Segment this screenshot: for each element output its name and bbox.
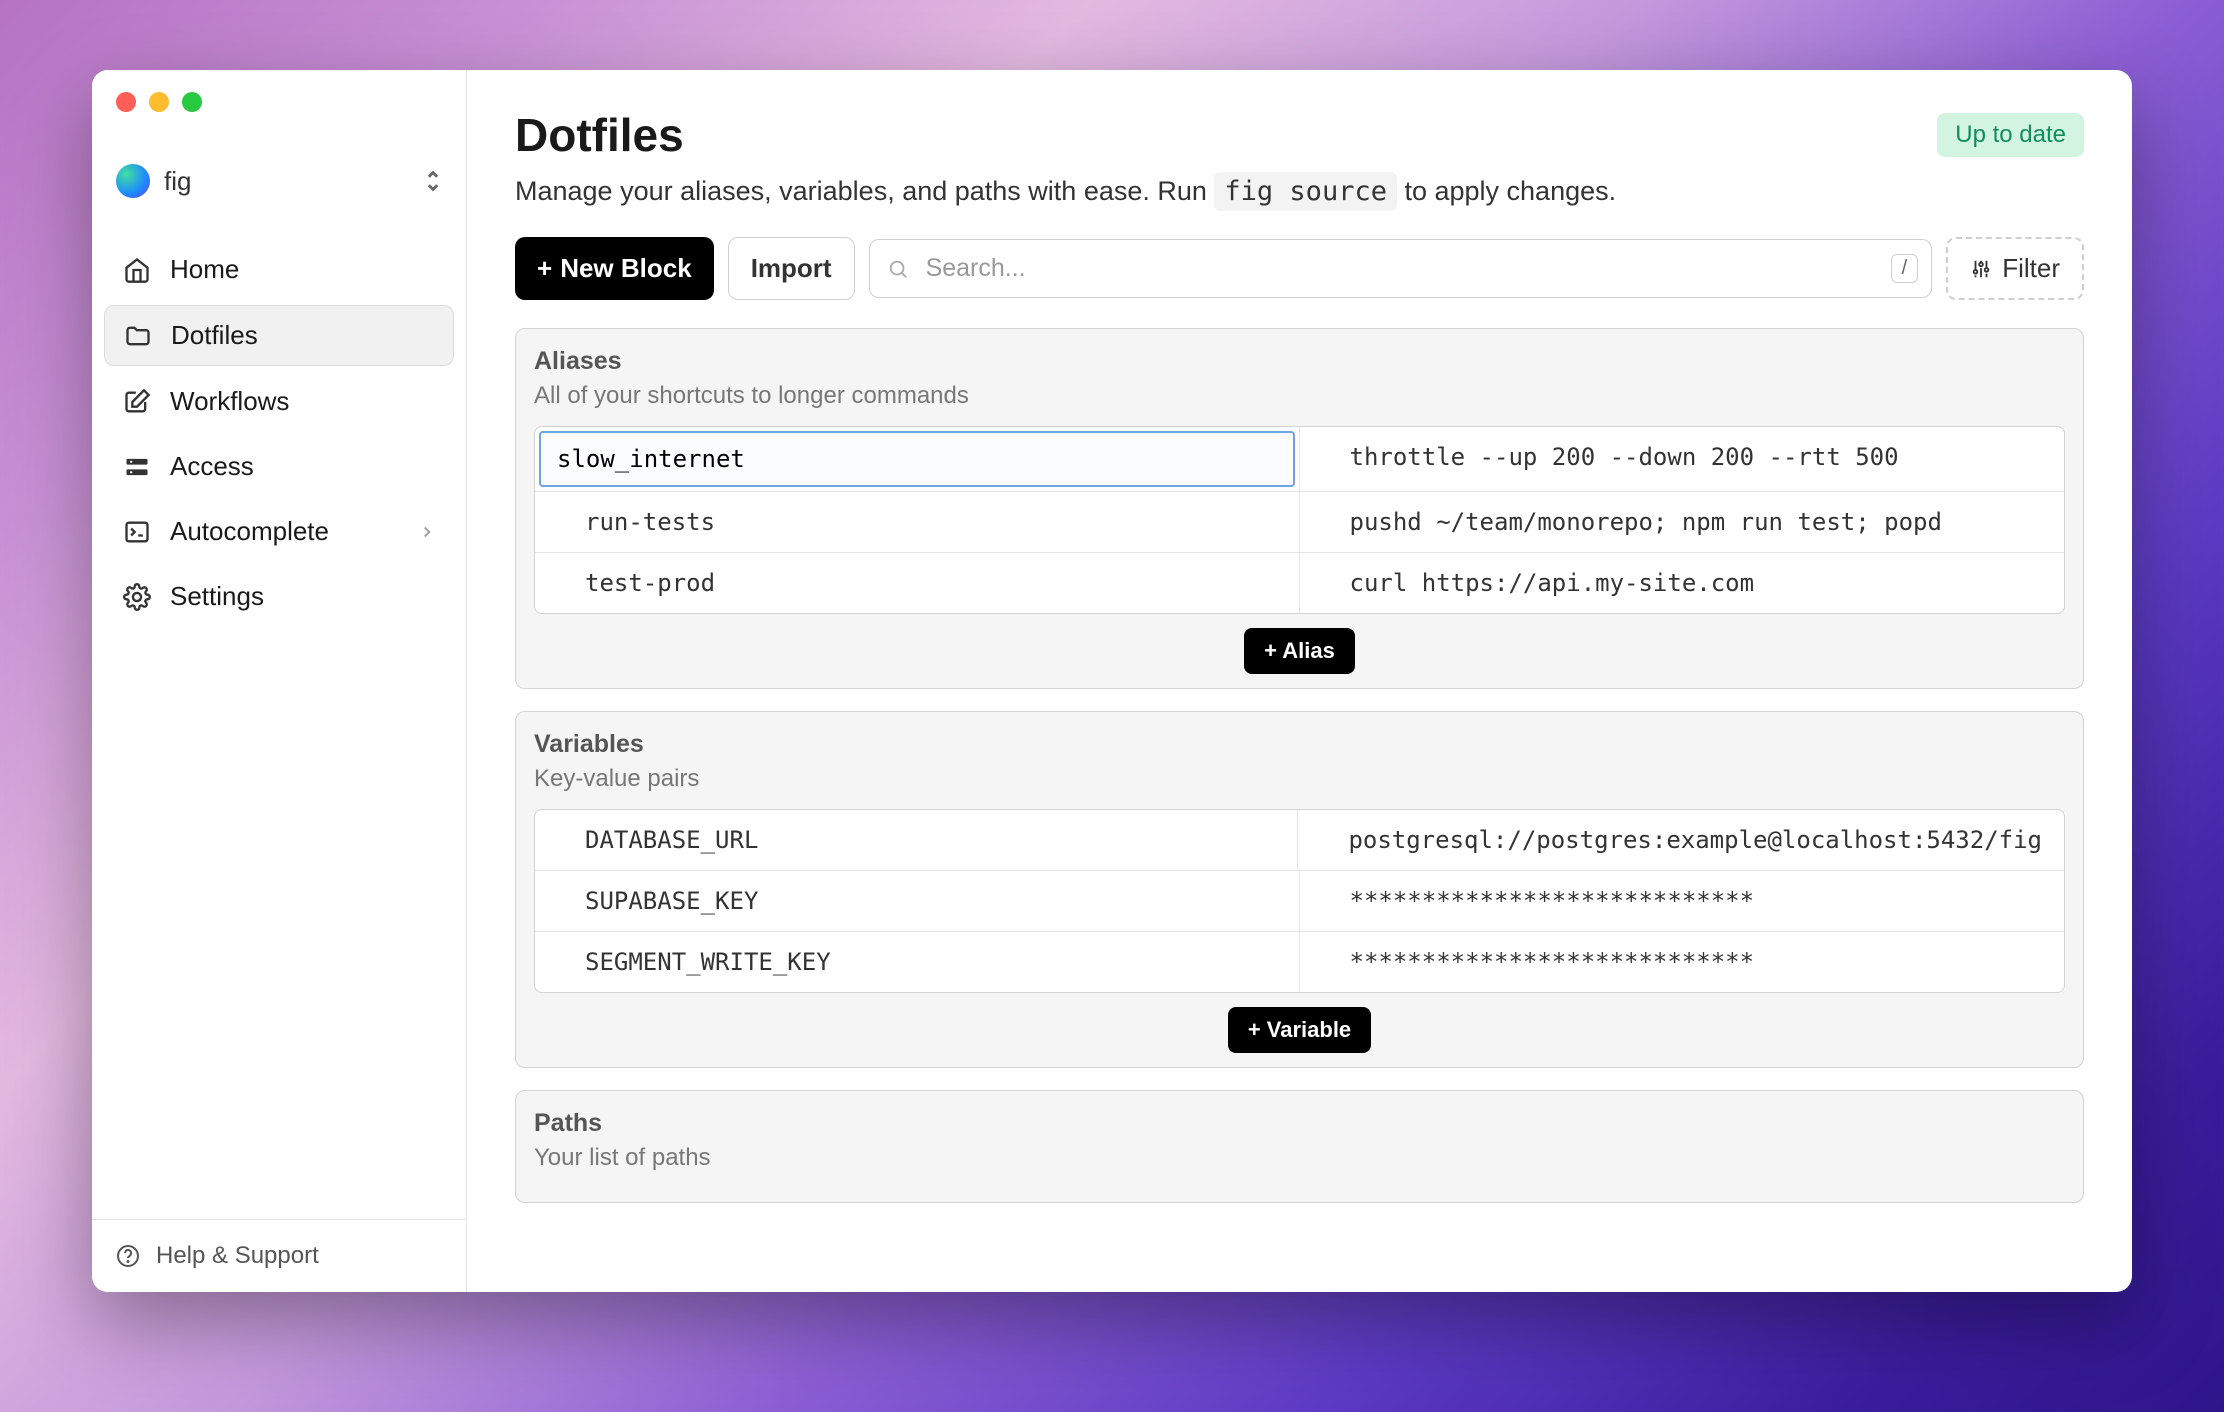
var-value-cell[interactable]: postgresql://postgres:example@localhost:… (1298, 810, 2064, 870)
table-row: throttle --up 200 --down 200 --rtt 500 (535, 427, 2064, 492)
chevron-updown-icon (424, 167, 442, 195)
table-row: SUPABASE_KEY ***************************… (535, 871, 2064, 932)
help-icon (116, 1244, 140, 1268)
help-support-link[interactable]: Help & Support (92, 1219, 466, 1292)
sidebar-item-home[interactable]: Home (104, 240, 454, 299)
status-badge: Up to date (1937, 113, 2084, 157)
alias-key-input[interactable] (539, 431, 1295, 487)
section-title: Aliases (534, 347, 2065, 376)
alias-key-cell[interactable]: run-tests (535, 492, 1300, 552)
search-shortcut-hint: / (1891, 254, 1919, 283)
sidebar-item-label: Home (170, 254, 239, 285)
chevron-right-icon (418, 523, 436, 541)
sidebar-nav: Home Dotfiles Workflows Access (92, 228, 466, 1219)
var-value-cell[interactable]: **************************** (1300, 871, 2065, 931)
sidebar-item-settings[interactable]: Settings (104, 567, 454, 626)
variables-section: Variables Key-value pairs DATABASE_URL p… (515, 711, 2084, 1068)
help-label: Help & Support (156, 1242, 319, 1270)
home-icon (122, 255, 152, 285)
add-alias-button[interactable]: + Alias (1244, 628, 1355, 674)
import-button[interactable]: Import (728, 237, 855, 300)
new-block-button[interactable]: + New Block (515, 237, 714, 300)
workspace-logo-icon (116, 164, 150, 198)
alias-key-cell[interactable]: test-prod (535, 553, 1300, 613)
page-subtitle: Manage your aliases, variables, and path… (515, 176, 2084, 207)
alias-value-cell[interactable]: pushd ~/team/monorepo; npm run test; pop… (1300, 492, 2065, 552)
search-icon (887, 258, 909, 280)
variables-table: DATABASE_URL postgresql://postgres:examp… (534, 809, 2065, 993)
main-content: Dotfiles Up to date Manage your aliases,… (467, 70, 2132, 1292)
minimize-window-button[interactable] (149, 92, 169, 112)
sidebar-item-label: Access (170, 451, 254, 482)
var-key-cell[interactable]: DATABASE_URL (535, 810, 1298, 870)
sidebar-item-access[interactable]: Access (104, 437, 454, 496)
page-title: Dotfiles (515, 108, 684, 162)
section-subtitle: All of your shortcuts to longer commands (534, 382, 2065, 410)
add-variable-button[interactable]: + Variable (1228, 1007, 1371, 1053)
sidebar: fig Home Dotfiles Wor (92, 70, 467, 1292)
folder-icon (123, 321, 153, 351)
paths-section: Paths Your list of paths (515, 1090, 2084, 1203)
sidebar-item-label: Settings (170, 581, 264, 612)
sidebar-item-dotfiles[interactable]: Dotfiles (104, 305, 454, 366)
maximize-window-button[interactable] (182, 92, 202, 112)
table-row: test-prod curl https://api.my-site.com (535, 553, 2064, 613)
var-key-cell[interactable]: SEGMENT_WRITE_KEY (535, 932, 1300, 992)
table-row: SEGMENT_WRITE_KEY **********************… (535, 932, 2064, 992)
section-title: Paths (534, 1109, 2065, 1138)
plus-icon: + (537, 253, 552, 284)
sidebar-item-autocomplete[interactable]: Autocomplete (104, 502, 454, 561)
table-row: run-tests pushd ~/team/monorepo; npm run… (535, 492, 2064, 553)
inline-code: fig source (1214, 172, 1397, 211)
sidebar-item-workflows[interactable]: Workflows (104, 372, 454, 431)
sliders-icon (1970, 258, 1992, 280)
workspace-name: fig (164, 166, 410, 197)
section-title: Variables (534, 730, 2065, 759)
alias-key-cell[interactable] (535, 427, 1300, 491)
sidebar-item-label: Autocomplete (170, 516, 329, 547)
table-row: DATABASE_URL postgresql://postgres:examp… (535, 810, 2064, 871)
var-value-cell[interactable]: **************************** (1300, 932, 2065, 992)
section-subtitle: Key-value pairs (534, 765, 2065, 793)
close-window-button[interactable] (116, 92, 136, 112)
window-controls (92, 70, 466, 130)
var-key-cell[interactable]: SUPABASE_KEY (535, 871, 1300, 931)
search-input[interactable] (869, 239, 1933, 298)
app-window: fig Home Dotfiles Wor (92, 70, 2132, 1292)
sidebar-item-label: Dotfiles (171, 320, 258, 351)
server-icon (122, 452, 152, 482)
toolbar: + New Block Import / Filter (515, 237, 2084, 300)
terminal-icon (122, 517, 152, 547)
filter-button[interactable]: Filter (1946, 237, 2084, 300)
aliases-table: throttle --up 200 --down 200 --rtt 500 r… (534, 426, 2065, 614)
gear-icon (122, 582, 152, 612)
alias-value-cell[interactable]: throttle --up 200 --down 200 --rtt 500 (1300, 427, 2065, 491)
workspace-switcher[interactable]: fig (92, 130, 466, 228)
alias-value-cell[interactable]: curl https://api.my-site.com (1300, 553, 2065, 613)
edit-icon (122, 387, 152, 417)
sidebar-item-label: Workflows (170, 386, 289, 417)
aliases-section: Aliases All of your shortcuts to longer … (515, 328, 2084, 689)
section-subtitle: Your list of paths (534, 1144, 2065, 1172)
